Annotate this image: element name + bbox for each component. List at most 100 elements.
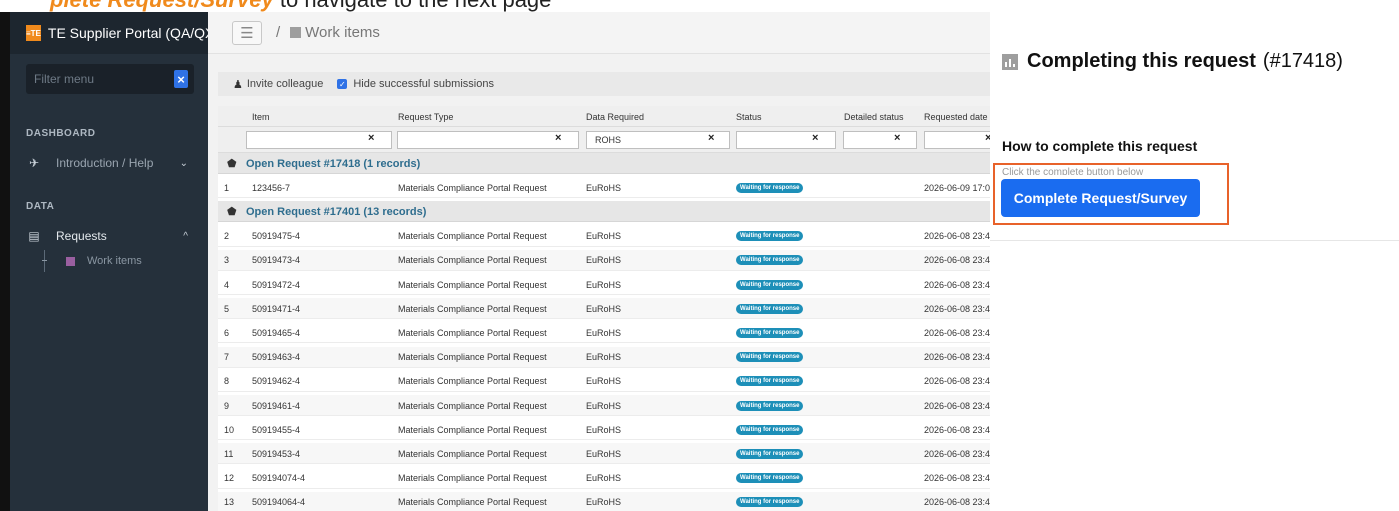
sidebar-item-requests[interactable]: ▤ Requests ^ xyxy=(10,222,208,250)
sidebar-item-work-items[interactable]: Work items xyxy=(10,250,208,272)
status-badge: Waiting for response xyxy=(736,327,804,338)
table-row[interactable]: 12 509194074-4 Materials Compliance Portal… xyxy=(218,468,993,489)
grid-filter-row: × × ROHS × × × × xyxy=(218,127,993,153)
layers-icon: ⬟ xyxy=(227,158,237,170)
cell-item: 50919455-4 xyxy=(252,424,301,435)
cell-item: 509194074-4 xyxy=(252,473,306,484)
cell-data-required: EuRoHS xyxy=(586,182,622,193)
row-number: 3 xyxy=(224,255,230,266)
breadcrumb-work-items[interactable]: Work items xyxy=(305,24,380,41)
cell-item: 50919472-4 xyxy=(252,279,301,290)
group-label: Open Request #17401 (13 records) xyxy=(246,205,427,218)
filter-request-type-input[interactable] xyxy=(397,131,579,149)
filter-status-input[interactable] xyxy=(736,131,836,149)
cell-data-required: EuRoHS xyxy=(586,352,622,363)
table-row[interactable]: 13 509194064-4 Materials Compliance Portal… xyxy=(218,491,993,511)
table-row[interactable]: 6 50919465-4 Materials Compliance Portal R… xyxy=(218,322,993,344)
document-icon: ▤ xyxy=(28,229,40,243)
cell-data-required: EuRoHS xyxy=(586,255,622,266)
table-row[interactable]: 2 50919475-4 Materials Compliance Portal R… xyxy=(218,226,993,247)
cell-status: Waiting for response xyxy=(736,298,804,319)
table-row[interactable]: 9 50919461-4 Materials Compliance Portal R… xyxy=(218,395,993,416)
filter-request-type-clear-icon[interactable]: × xyxy=(555,132,561,144)
status-badge: Waiting for response xyxy=(736,424,804,435)
cell-status: Waiting for response xyxy=(736,274,804,295)
checkbox-checked-icon[interactable]: ✓ xyxy=(337,79,348,89)
table-row[interactable]: 10 50919455-4 Materials Compliance Portal … xyxy=(218,419,993,441)
cell-requested-date: 2026-06-08 23:4 xyxy=(924,255,991,266)
cell-status: Waiting for response xyxy=(736,492,804,511)
cell-item: 509194064-4 xyxy=(252,497,306,508)
cell-item: 123456-7 xyxy=(252,182,291,193)
status-badge: Waiting for response xyxy=(736,279,804,290)
filter-requested-date-input[interactable] xyxy=(924,131,993,149)
status-badge: Waiting for response xyxy=(736,473,804,484)
invite-colleague-button[interactable]: ♟ Invite colleague xyxy=(218,78,323,91)
column-header-request-type[interactable]: Request Type xyxy=(398,106,453,127)
table-row[interactable]: 3 50919473-4 Materials Compliance Portal R… xyxy=(218,249,993,271)
panel-lower-area xyxy=(990,240,1399,511)
cell-request-type: Materials Compliance Portal Request xyxy=(398,279,547,290)
cell-status: Waiting for response xyxy=(736,419,804,440)
hamburger-menu-button[interactable]: ☰ xyxy=(232,20,262,45)
chart-icon xyxy=(290,27,302,38)
section-title-dashboard: DASHBOARD xyxy=(26,128,96,139)
panel-title-text: Completing this request xyxy=(1027,50,1256,72)
hide-successful-toggle[interactable]: ✓ Hide successful submissions xyxy=(323,78,494,90)
filter-detailed-status-input[interactable] xyxy=(843,131,917,149)
cell-status: Waiting for response xyxy=(736,347,804,368)
row-number: 2 xyxy=(224,231,230,242)
cell-status: Waiting for response xyxy=(736,443,804,464)
table-row[interactable]: 1 123456-7 Materials Compliance Portal Req… xyxy=(218,177,993,199)
table-row[interactable]: 7 50919463-4 Materials Compliance Portal R… xyxy=(218,346,993,368)
row-number: 10 xyxy=(224,424,235,435)
group-row[interactable]: ⬟ Open Request #17401 (13 records) xyxy=(218,201,993,223)
brand[interactable]: ≡TE TE Supplier Portal (QA/QX) xyxy=(10,12,219,54)
row-number: 8 xyxy=(224,376,230,387)
group-row[interactable]: ⬟ Open Request #17418 (1 records) xyxy=(218,153,993,174)
cell-data-required: EuRoHS xyxy=(586,376,622,387)
table-row[interactable]: 11 50919453-4 Materials Compliance Portal … xyxy=(218,443,993,465)
column-header-data-required[interactable]: Data Required xyxy=(586,106,644,127)
sidebar-subitem-label: Work items xyxy=(87,255,142,267)
cell-status: Waiting for response xyxy=(736,371,804,392)
cell-request-type: Materials Compliance Portal Request xyxy=(398,303,547,314)
column-header-requested-date[interactable]: Requested date xyxy=(924,106,988,127)
status-badge: Waiting for response xyxy=(736,231,804,242)
instruction-rest: to navigate to the next page xyxy=(274,0,552,12)
table-row[interactable]: 4 50919472-4 Materials Compliance Portal R… xyxy=(218,274,993,295)
column-header-status[interactable]: Status xyxy=(736,106,762,127)
filter-menu-input[interactable] xyxy=(34,72,174,86)
column-header-detailed-status[interactable]: Detailed status xyxy=(844,106,904,127)
cell-requested-date: 2026-06-08 23:4 xyxy=(924,352,991,363)
filter-detailed-status-clear-icon[interactable]: × xyxy=(894,132,900,144)
row-number: 5 xyxy=(224,303,230,314)
table-row[interactable]: 8 50919462-4 Materials Compliance Portal R… xyxy=(218,371,993,392)
filter-clear-button[interactable]: × xyxy=(174,70,188,88)
column-header-item[interactable]: Item xyxy=(252,106,270,127)
filter-data-required-clear-icon[interactable]: × xyxy=(708,132,714,144)
hide-successful-label: Hide successful submissions xyxy=(353,78,494,90)
chevron-up-icon: ^ xyxy=(183,230,188,242)
cell-request-type: Materials Compliance Portal Request xyxy=(398,231,547,242)
cell-requested-date: 2026-06-08 23:4 xyxy=(924,327,991,338)
sidebar-item-label: Requests xyxy=(56,229,107,243)
cell-item: 50919453-4 xyxy=(252,448,301,459)
table-row[interactable]: 5 50919471-4 Materials Compliance Portal R… xyxy=(218,298,993,320)
cell-data-required: EuRoHS xyxy=(586,448,622,459)
filter-item-clear-icon[interactable]: × xyxy=(368,132,374,144)
work-items-grid: Item Request Type Data Required Status D… xyxy=(218,106,993,511)
sidebar-item-introduction-help[interactable]: ✈ Introduction / Help ⌄ xyxy=(10,149,208,177)
cell-data-required: EuRoHS xyxy=(586,231,622,242)
te-logo-icon: ≡TE xyxy=(26,25,41,41)
cell-requested-date: 2026-06-08 23:4 xyxy=(924,303,991,314)
grid-header-row: Item Request Type Data Required Status D… xyxy=(218,106,993,127)
filter-status-clear-icon[interactable]: × xyxy=(812,132,818,144)
cell-data-required: EuRoHS xyxy=(586,279,622,290)
cell-request-type: Materials Compliance Portal Request xyxy=(398,400,547,411)
brand-title: TE Supplier Portal (QA/QX) xyxy=(47,25,220,41)
cell-item: 50919471-4 xyxy=(252,303,301,314)
complete-request-survey-button[interactable]: Complete Request/Survey xyxy=(1001,179,1200,217)
cell-requested-date: 2026-06-08 23:4 xyxy=(924,424,991,435)
cell-item: 50919473-4 xyxy=(252,255,301,266)
